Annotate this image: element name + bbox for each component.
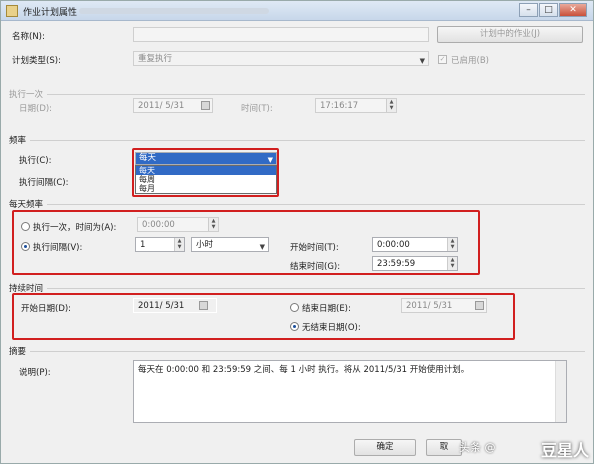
frequency-exec-label: 执行(C):: [19, 156, 52, 166]
description-label: 说明(P):: [19, 368, 51, 378]
description-scrollbar[interactable]: [555, 361, 566, 422]
chevron-down-icon: ▼: [419, 57, 425, 65]
minimize-button[interactable]: –: [519, 3, 538, 17]
name-field[interactable]: [133, 27, 429, 42]
summary-section-title: 摘要: [9, 345, 31, 357]
duration-divider: [9, 288, 585, 289]
blurred-path: [79, 8, 269, 14]
highlight-daily-frequency: [12, 210, 480, 275]
one-time-time-value: 17:16:17: [320, 101, 359, 111]
app-icon: [6, 5, 18, 17]
watermark-logo: 豆星人: [540, 441, 589, 460]
name-label: 名称(N):: [12, 32, 45, 42]
frequency-section-title: 频率: [9, 134, 31, 146]
maximize-button[interactable]: □: [539, 3, 558, 17]
dialog-window: 作业计划属性 - – □ ✕ 名称(N): 计划中的作业(J) 计划类型(S):…: [0, 0, 594, 464]
watermark-small: 头条 @: [459, 441, 496, 454]
schedule-type-value: 重复执行: [138, 54, 173, 64]
description-box[interactable]: 每天在 0:00:00 和 23:59:59 之间、每 1 小时 执行。将从 2…: [133, 360, 567, 423]
enabled-checkbox[interactable]: ✓: [438, 55, 447, 64]
scheduled-jobs-button[interactable]: 计划中的作业(J): [437, 26, 583, 43]
summary-divider: [9, 351, 585, 352]
close-button[interactable]: ✕: [559, 3, 587, 17]
highlight-frequency: [132, 148, 279, 197]
schedule-type-label: 计划类型(S):: [12, 56, 61, 66]
spinner-icon: ▲ ▼: [386, 99, 396, 112]
daily-divider: [9, 204, 585, 205]
enabled-label: 已启用(B): [451, 56, 489, 66]
ok-button[interactable]: 确定: [354, 439, 416, 456]
highlight-duration: [12, 293, 515, 340]
one-time-section-title: 执行一次: [9, 88, 48, 100]
description-text: 每天在 0:00:00 和 23:59:59 之间、每 1 小时 执行。将从 2…: [138, 365, 470, 375]
one-time-time-label: 时间(T):: [241, 104, 273, 114]
one-time-date-label: 日期(D):: [19, 104, 53, 114]
one-time-date-field[interactable]: 2011/ 5/31: [133, 98, 213, 113]
one-time-time-field[interactable]: 17:16:17 ▲ ▼: [315, 98, 397, 113]
title-bar: 作业计划属性 - – □ ✕: [1, 1, 593, 21]
schedule-type-select[interactable]: 重复执行 ▼: [133, 51, 429, 66]
one-time-date-value: 2011/ 5/31: [138, 101, 185, 111]
frequency-interval-label: 执行间隔(C):: [19, 178, 69, 188]
cancel-button[interactable]: 取: [426, 439, 462, 456]
frequency-divider: [9, 140, 585, 141]
window-title: 作业计划属性 -: [23, 8, 84, 18]
one-time-divider: [9, 94, 585, 95]
daily-section-title: 每天频率: [9, 198, 48, 210]
calendar-icon: [201, 101, 210, 110]
